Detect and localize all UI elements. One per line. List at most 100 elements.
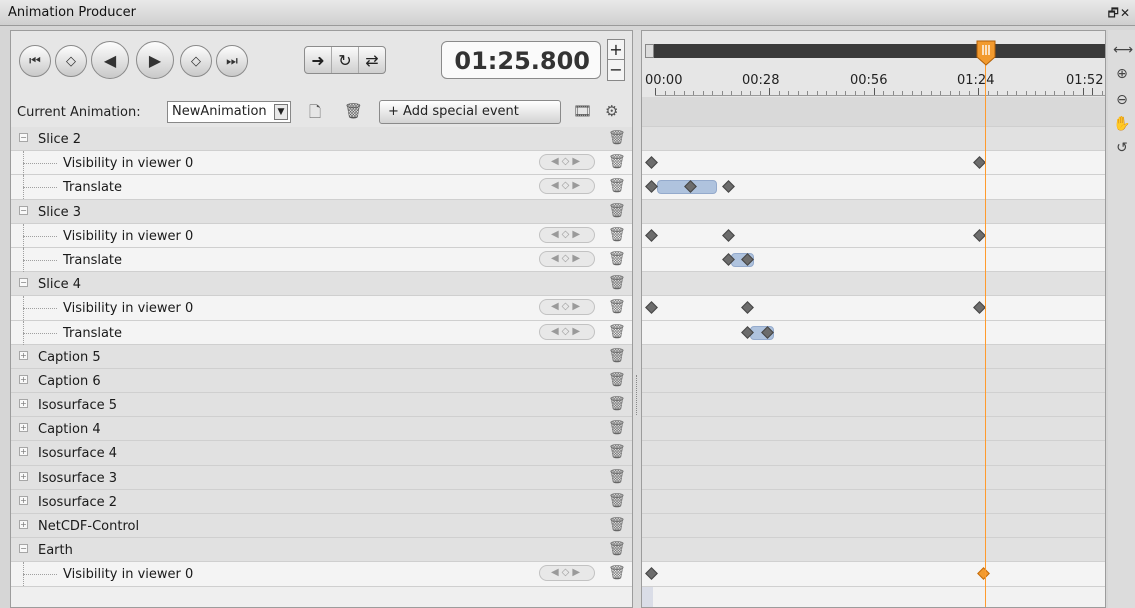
next-keyframe-button[interactable]: ◇ xyxy=(180,45,212,77)
expand-icon[interactable]: + xyxy=(19,423,28,433)
keyframe-lane[interactable] xyxy=(642,127,1105,152)
keyframe-lane[interactable] xyxy=(642,175,1105,200)
keyframe-marker[interactable] xyxy=(645,228,658,242)
time-decrement-button[interactable]: − xyxy=(608,60,624,80)
expand-icon[interactable]: + xyxy=(19,520,28,529)
keyframe-nav-control[interactable]: ◀◇▶ xyxy=(539,323,595,340)
track-group-row[interactable]: + Isosurface 5 🗑 xyxy=(11,393,632,418)
track-row[interactable]: Translate ◀◇▶ 🗑 xyxy=(11,247,632,273)
trash-icon[interactable]: 🗑 xyxy=(608,178,626,194)
track-row[interactable]: Translate ◀◇▶ 🗑 xyxy=(11,175,632,200)
trash-icon[interactable]: 🗑 xyxy=(608,203,626,219)
zoom-in-icon[interactable]: ⊕ xyxy=(1113,66,1131,84)
collapse-icon[interactable]: − xyxy=(19,133,28,142)
track-group-row[interactable]: + Caption 6 🗑 xyxy=(11,368,632,394)
film-icon[interactable]: 🎞 xyxy=(573,102,592,120)
trash-icon[interactable]: 🗑 xyxy=(608,444,626,460)
swing-button[interactable]: ⇄ xyxy=(359,47,385,73)
track-group-row[interactable]: − Slice 4 🗑 xyxy=(11,272,632,297)
trash-icon[interactable]: 🗑 xyxy=(608,251,626,267)
track-group-row[interactable]: + NetCDF-Control 🗑 xyxy=(11,514,632,539)
trash-icon[interactable]: 🗑 xyxy=(608,227,626,243)
trash-icon[interactable]: 🗑 xyxy=(608,469,626,485)
expand-icon[interactable]: + xyxy=(19,471,28,481)
step-backward-button[interactable]: ◀ xyxy=(91,41,129,79)
keyframe-lane[interactable] xyxy=(642,272,1105,297)
trash-icon[interactable]: 🗑 xyxy=(608,299,626,315)
trash-icon[interactable]: 🗑 xyxy=(608,517,626,533)
collapse-icon[interactable]: − xyxy=(19,278,28,288)
trash-icon[interactable]: 🗑 xyxy=(608,372,626,388)
keyframe-lane[interactable] xyxy=(642,151,1105,176)
track-group-row[interactable]: − Slice 3 🗑 xyxy=(11,199,632,224)
track-row[interactable]: Visibility in viewer 0 ◀◇▶ 🗑 xyxy=(11,296,632,321)
keyframe-marker[interactable] xyxy=(645,180,658,194)
go-to-start-button[interactable]: ⏮ xyxy=(19,45,51,77)
snap-icon[interactable]: ↺ xyxy=(1113,140,1131,158)
keyframe-marker[interactable] xyxy=(645,156,658,170)
trash-icon[interactable]: 🗑 xyxy=(608,130,626,146)
time-cursor-handle[interactable] xyxy=(976,40,996,66)
trash-icon[interactable]: 🗑 xyxy=(608,348,626,364)
keyframe-marker[interactable] xyxy=(722,180,735,194)
track-group-row[interactable]: − Slice 2 🗑 xyxy=(11,127,632,152)
keyframe-lane[interactable] xyxy=(642,465,1105,490)
keyframe-nav-control[interactable]: ◀◇▶ xyxy=(539,250,595,267)
time-increment-button[interactable]: + xyxy=(608,40,624,60)
trash-icon[interactable]: 🗑 xyxy=(608,275,626,291)
track-group-row[interactable]: + Isosurface 4 🗑 xyxy=(11,441,632,466)
keyframe-lane[interactable] xyxy=(642,247,1105,273)
scrub-bar[interactable] xyxy=(645,44,1105,58)
keyframe-marker[interactable] xyxy=(645,567,658,581)
current-time-field[interactable]: 01:25.800 xyxy=(441,41,601,79)
keyframe-nav-control[interactable]: ◀◇▶ xyxy=(539,565,595,582)
keyframe-lane[interactable] xyxy=(642,514,1105,539)
keyframe-marker[interactable] xyxy=(973,156,986,170)
track-row[interactable]: Visibility in viewer 0 ◀◇▶ 🗑 xyxy=(11,562,632,587)
gear-icon[interactable]: ⚙ xyxy=(605,102,618,120)
trash-icon[interactable]: 🗑 xyxy=(608,324,626,340)
trash-icon[interactable]: 🗑 xyxy=(608,541,626,557)
keyframe-lane[interactable] xyxy=(642,417,1105,442)
time-cursor-line[interactable] xyxy=(985,58,986,607)
keyframe-lane[interactable] xyxy=(642,296,1105,321)
track-group-row[interactable]: + Isosurface 3 🗑 xyxy=(11,465,632,490)
trash-icon[interactable]: 🗑 xyxy=(608,420,626,436)
play-forward-button[interactable]: ▶ xyxy=(136,41,174,79)
keyframe-lane[interactable] xyxy=(642,199,1105,224)
trash-icon[interactable]: 🗑 xyxy=(608,396,626,412)
zoom-out-icon[interactable]: ⊖ xyxy=(1113,92,1131,110)
new-animation-icon[interactable]: 🗋 xyxy=(309,102,321,127)
keyframe-marker[interactable] xyxy=(722,228,735,242)
play-once-button[interactable]: ➜ xyxy=(305,47,332,73)
trash-icon[interactable]: 🗑 xyxy=(608,154,626,170)
expand-icon[interactable]: + xyxy=(19,374,28,384)
expand-icon[interactable]: + xyxy=(19,399,28,409)
selected-keyframe-marker[interactable] xyxy=(977,567,990,581)
keyframe-lane[interactable] xyxy=(642,489,1105,514)
trash-icon[interactable]: 🗑 xyxy=(608,493,626,509)
keyframe-nav-control[interactable]: ◀◇▶ xyxy=(539,178,595,195)
keyframe-lane[interactable] xyxy=(642,223,1105,248)
window-controls[interactable]: 🗗✕ xyxy=(1108,4,1131,25)
track-row[interactable]: Visibility in viewer 0 ◀◇▶ 🗑 xyxy=(11,151,632,176)
collapse-icon[interactable]: − xyxy=(19,544,28,554)
keyframe-nav-control[interactable]: ◀◇▶ xyxy=(539,154,595,171)
keyframe-nav-control[interactable]: ◀◇▶ xyxy=(539,299,595,316)
track-row[interactable]: Translate ◀◇▶ 🗑 xyxy=(11,320,632,345)
keyframe-nav-control[interactable]: ◀◇▶ xyxy=(539,226,595,243)
keyframe-lane[interactable] xyxy=(642,441,1105,466)
keyframe-lane[interactable] xyxy=(642,344,1105,369)
keyframe-marker[interactable] xyxy=(973,228,986,242)
expand-icon[interactable]: + xyxy=(19,350,28,360)
track-group-row[interactable]: + Caption 4 🗑 xyxy=(11,417,632,442)
panel-splitter[interactable] xyxy=(633,30,641,608)
keyframe-marker[interactable] xyxy=(741,301,754,315)
track-group-row[interactable]: + Caption 5 🗑 xyxy=(11,344,632,369)
fit-range-icon[interactable]: ⟷ xyxy=(1113,42,1133,60)
track-group-row[interactable]: − Earth 🗑 xyxy=(11,538,632,563)
collapse-icon[interactable]: − xyxy=(19,205,28,215)
keyframe-lane[interactable] xyxy=(642,368,1105,394)
trash-icon[interactable]: 🗑 xyxy=(608,565,626,581)
expand-icon[interactable]: + xyxy=(19,495,28,505)
